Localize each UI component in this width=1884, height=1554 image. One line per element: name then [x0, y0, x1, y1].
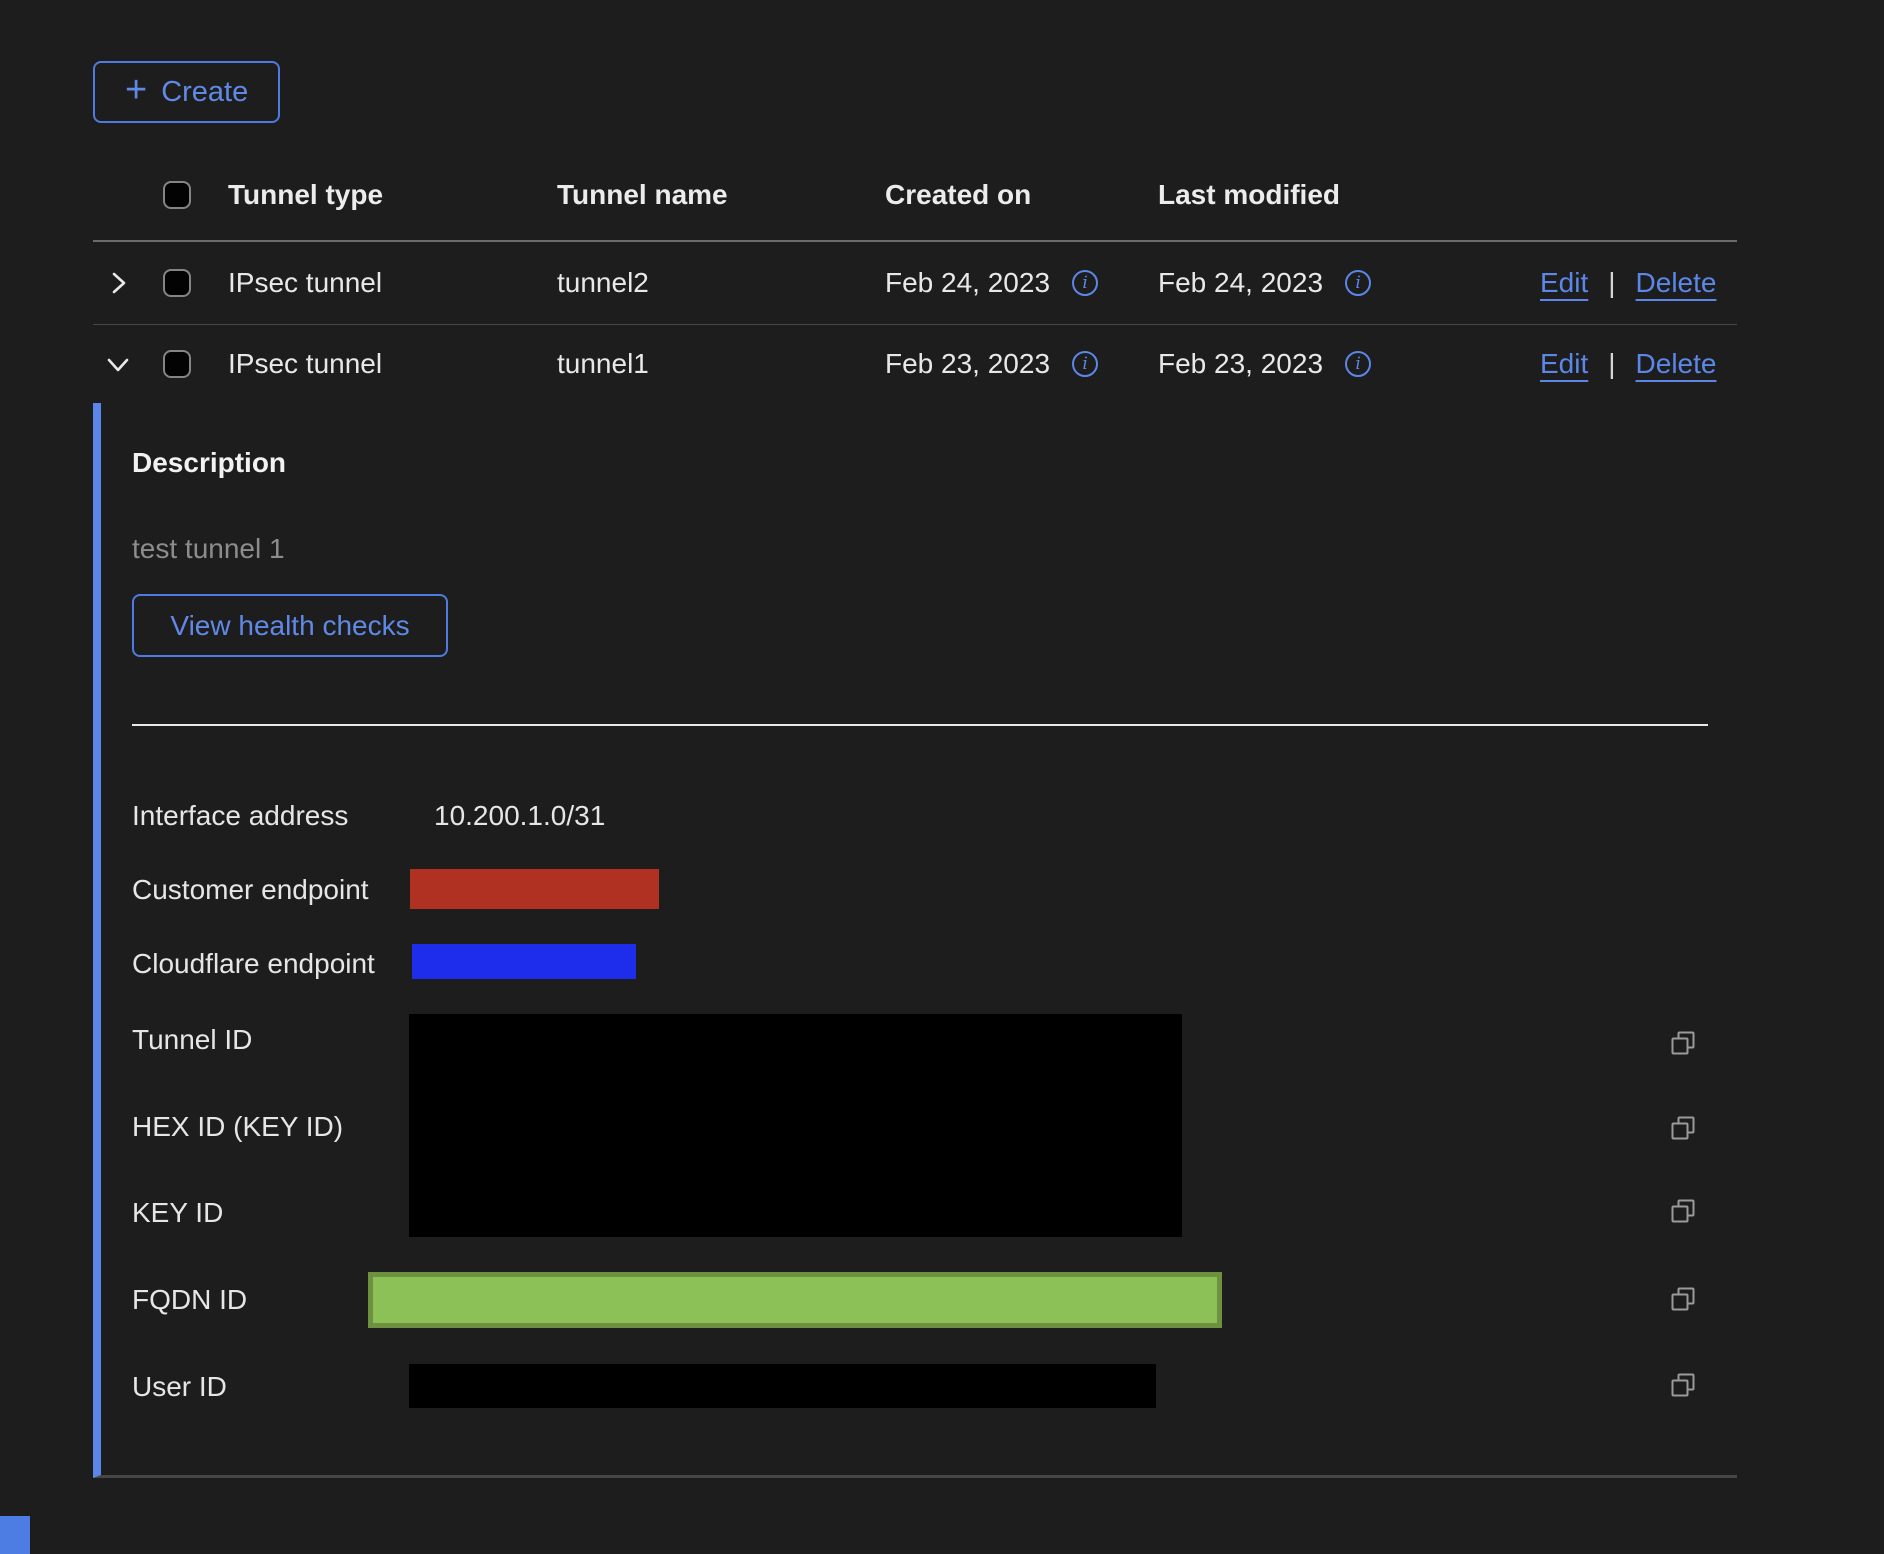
delete-link[interactable]: Delete: [1636, 348, 1717, 380]
copy-user-id-button[interactable]: [1669, 1371, 1697, 1399]
user-id-redacted-value: [409, 1364, 1156, 1408]
select-all-checkbox[interactable]: [163, 181, 191, 209]
info-icon[interactable]: i: [1345, 351, 1371, 377]
row-checkbox[interactable]: [163, 350, 191, 378]
hex-id-label: HEX ID (KEY ID): [132, 1107, 343, 1147]
tunnel-type-cell: IPsec tunnel: [228, 348, 557, 380]
fqdn-id-label: FQDN ID: [132, 1280, 247, 1320]
copy-fqdn-id-button[interactable]: [1669, 1285, 1697, 1313]
info-icon[interactable]: i: [1345, 270, 1371, 296]
cloudflare-endpoint-label: Cloudflare endpoint: [132, 944, 375, 984]
corner-blue-marker: [0, 1516, 30, 1554]
collapse-chevron-down-icon[interactable]: [103, 349, 133, 379]
user-id-label: User ID: [132, 1367, 227, 1407]
create-button-label: Create: [161, 76, 248, 109]
tunnel-id-label: Tunnel ID: [132, 1020, 252, 1060]
tunnel-name-cell: tunnel1: [557, 348, 885, 380]
table-header-row: Tunnel type Tunnel name Created on Last …: [93, 150, 1737, 242]
view-health-checks-button[interactable]: View health checks: [132, 594, 448, 657]
header-tunnel-type: Tunnel type: [228, 179, 557, 211]
last-modified-cell: Feb 24, 2023: [1158, 267, 1323, 299]
copy-icon: [1669, 1197, 1697, 1225]
copy-key-id-button[interactable]: [1669, 1197, 1697, 1225]
section-divider: [132, 724, 1708, 726]
interface-address-label: Interface address: [132, 796, 348, 836]
key-id-label: KEY ID: [132, 1193, 223, 1233]
copy-icon: [1669, 1029, 1697, 1057]
action-separator: |: [1608, 267, 1615, 299]
create-button[interactable]: + Create: [93, 61, 280, 123]
expand-chevron-right-icon[interactable]: [103, 268, 133, 298]
copy-icon: [1669, 1285, 1697, 1313]
tunnel-details-panel: Description test tunnel 1 View health ch…: [93, 403, 1737, 1478]
tunnel-type-cell: IPsec tunnel: [228, 267, 557, 299]
customer-endpoint-label: Customer endpoint: [132, 870, 369, 910]
info-icon[interactable]: i: [1072, 351, 1098, 377]
fqdn-id-redacted-value: [368, 1272, 1222, 1328]
interface-address-value: 10.200.1.0/31: [434, 796, 605, 836]
copy-icon: [1669, 1114, 1697, 1142]
copy-icon: [1669, 1371, 1697, 1399]
tunnels-page: + Create Tunnel type Tunnel name Created…: [0, 0, 1884, 1554]
cloudflare-endpoint-redacted-value: [412, 944, 636, 979]
action-separator: |: [1608, 348, 1615, 380]
description-text: test tunnel 1: [132, 529, 285, 569]
header-last-modified: Last modified: [1158, 179, 1540, 211]
plus-icon: +: [125, 71, 147, 109]
row-checkbox[interactable]: [163, 269, 191, 297]
tunnel-name-cell: tunnel2: [557, 267, 885, 299]
tunnels-table: Tunnel type Tunnel name Created on Last …: [93, 150, 1737, 403]
table-row: IPsec tunnel tunnel1 Feb 23, 2023 i Feb …: [93, 325, 1737, 403]
description-title: Description: [132, 443, 286, 483]
header-created-on: Created on: [885, 179, 1158, 211]
header-tunnel-name: Tunnel name: [557, 179, 885, 211]
copy-hex-id-button[interactable]: [1669, 1114, 1697, 1142]
edit-link[interactable]: Edit: [1540, 348, 1588, 380]
delete-link[interactable]: Delete: [1636, 267, 1717, 299]
copy-tunnel-id-button[interactable]: [1669, 1029, 1697, 1057]
customer-endpoint-redacted-value: [410, 869, 659, 909]
info-icon[interactable]: i: [1072, 270, 1098, 296]
edit-link[interactable]: Edit: [1540, 267, 1588, 299]
last-modified-cell: Feb 23, 2023: [1158, 348, 1323, 380]
created-on-cell: Feb 24, 2023: [885, 267, 1050, 299]
created-on-cell: Feb 23, 2023: [885, 348, 1050, 380]
table-row: IPsec tunnel tunnel2 Feb 24, 2023 i Feb …: [93, 242, 1737, 325]
ids-redacted-block: [409, 1014, 1182, 1237]
